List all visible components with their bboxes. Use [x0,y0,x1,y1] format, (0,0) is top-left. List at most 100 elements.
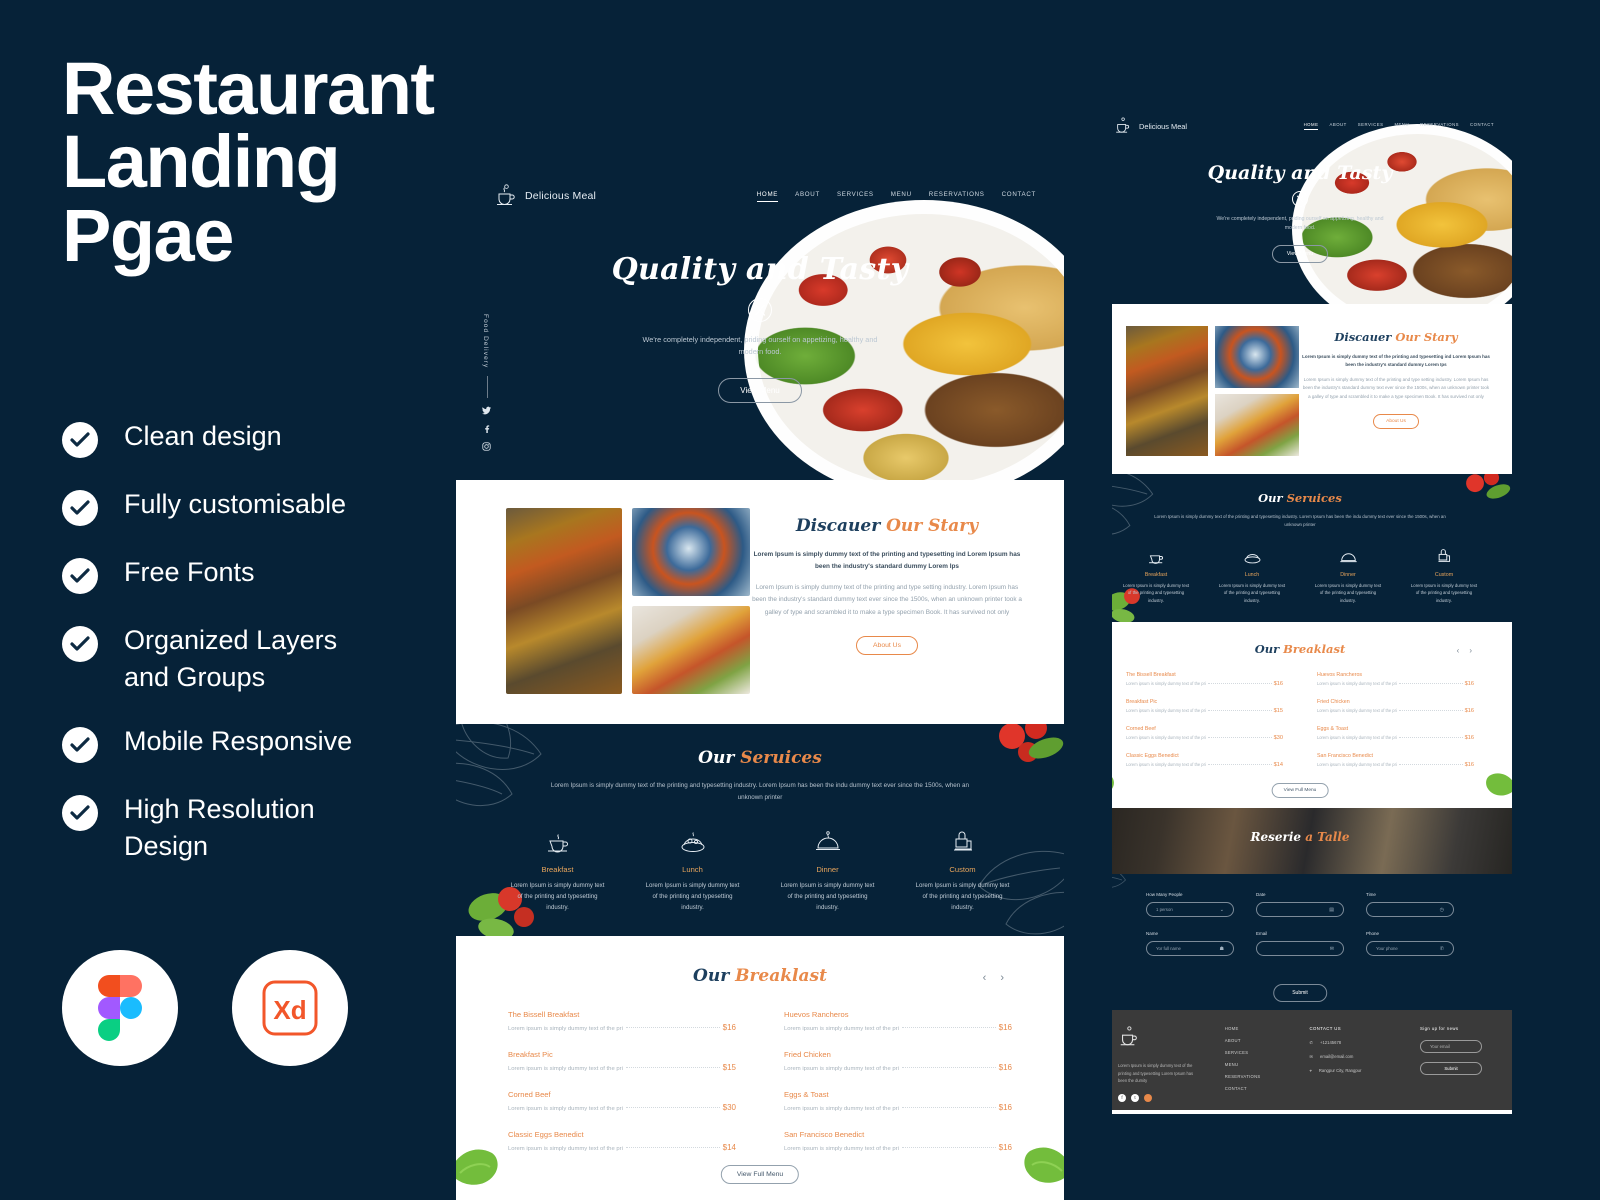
carousel-prev-icon[interactable]: ‹ [1457,646,1460,655]
facebook-icon[interactable] [482,424,491,434]
services-title-part1: Our [1258,491,1287,505]
menu-item[interactable]: The Bissell Breakfast Lorem ipsum is simp… [508,1010,736,1032]
adobe-xd-logo-badge: Xd [232,950,348,1066]
service-card-breakfast[interactable]: Breakfast Lorem Ipsum is simply dummy te… [1122,548,1190,605]
menu-item[interactable]: Fried Chicken Lorem ipsum is simply dummy… [784,1050,1012,1072]
footer-contact-heading: CONTACT US [1309,1026,1342,1031]
footer-link-about[interactable]: ABOUT [1225,1038,1286,1043]
service-card-dinner[interactable]: Dinner Lorem Ipsum is simply dummy text … [780,830,876,914]
service-title: Lunch [1244,571,1260,578]
menu-item-desc: Lorem ipsum is simply dummy text of the … [1126,708,1206,713]
field-label: Time [1366,892,1376,897]
menu-item[interactable]: Breakfast Pic Lorem ipsum is simply dummy… [1126,699,1283,714]
feature-label: High Resolution Design [124,793,315,861]
mail-icon: ✉ [1309,1054,1314,1059]
site-navbar: Delicious Meal HOME ABOUT SERVICES MENU … [1088,104,1512,135]
nav-item-reservations[interactable]: RESERVATIONS [929,191,985,201]
footer-link-contact[interactable]: CONTACT [1225,1086,1286,1091]
time-input[interactable]: ◷ [1366,902,1454,917]
menu-item-price: $15 [722,1063,736,1072]
name-input[interactable]: Yor full name ☗ [1146,941,1234,956]
menu-item-desc: Lorem ipsum is simply dummy text of the … [1317,681,1397,686]
nav-item-menu[interactable]: MENU [891,191,912,201]
carousel-next-icon[interactable]: › [1000,972,1004,984]
lettuce-decoration [1002,1131,1064,1200]
twitter-icon[interactable]: t [1131,1093,1139,1102]
view-menu-button[interactable]: View Menu [1271,245,1329,264]
service-card-lunch[interactable]: Lunch Lorem Ipsum is simply dummy text o… [645,830,741,914]
coffee-cup-icon [1122,548,1190,566]
service-card-lunch[interactable]: Lunch Lorem Ipsum is simply dummy text o… [1218,548,1286,605]
carousel-next-icon[interactable]: › [1469,646,1472,655]
facebook-icon[interactable]: f [1118,1093,1126,1102]
nav-item-reservations[interactable]: RESERVATIONS [1420,122,1459,130]
service-card-breakfast[interactable]: Breakfast Lorem Ipsum is simply dummy te… [510,830,606,914]
carousel-prev-icon[interactable]: ‹ [983,972,987,984]
nav-item-about[interactable]: ABOUT [1329,122,1346,130]
menu-item-name: The Bissell Breakfast [1126,672,1176,678]
menu-item-name: San Francisco Benedict [784,1130,865,1139]
contact-value: +12145678 [1320,1040,1342,1045]
field-email: Email ✉ [1256,931,1344,956]
footer-link-home[interactable]: HOME [1225,1026,1286,1031]
nav-item-contact[interactable]: CONTACT [1470,122,1494,130]
menu-item-price: $16 [1273,681,1283,687]
newsletter-heading: Sign up for news [1420,1026,1459,1031]
twitter-icon[interactable] [482,406,491,415]
menu-item-desc: Lorem ipsum is simply dummy text of the … [1126,681,1206,686]
people-select[interactable]: 1 person ⌄ [1146,902,1234,917]
reservation-title: Reserie a Talle [1088,830,1512,844]
menu-item[interactable]: Huevos Rancheros Lorem ipsum is simply du… [784,1010,1012,1032]
svg-text:Xd: Xd [273,995,306,1025]
service-card-dinner[interactable]: Dinner Lorem Ipsum is simply dummy text … [1314,548,1382,605]
contact-address[interactable]: ⌖ Rangpur City, Rangpur [1310,1068,1396,1073]
menu-item[interactable]: San Francisco Benedict Lorem ipsum is sim… [1317,753,1474,768]
side-strip [1088,104,1112,1114]
date-input[interactable]: ▤ [1256,902,1344,917]
brand-logo[interactable]: Delicious Meal [1114,117,1187,135]
menu-item[interactable]: Classic Eggs Benedict Lorem ipsum is simp… [508,1130,736,1152]
nav-item-about[interactable]: ABOUT [795,191,820,201]
field-label: Name [1146,931,1159,936]
menu-item[interactable]: Eggs & Toast Lorem ipsum is simply dummy … [1317,726,1474,741]
calendar-icon: ▤ [1329,906,1334,913]
menu-item[interactable]: The Bissell Breakfast Lorem ipsum is simp… [1126,672,1283,687]
nav-item-home[interactable]: HOME [1303,122,1319,130]
nav-item-menu[interactable]: MENU [1394,122,1409,130]
view-menu-button[interactable]: View Menu [718,378,802,404]
instagram-icon[interactable] [482,442,491,452]
dot-leader [901,1147,996,1148]
story-lead: Lorem Ipsum is simply dummy text of the … [753,551,1021,570]
menu-item[interactable]: Corned Beef Lorem ipsum is simply dummy t… [1126,726,1283,741]
contact-email[interactable]: ✉ email@email.com [1310,1054,1396,1059]
footer-link-services[interactable]: SERVICES [1225,1050,1286,1055]
email-input[interactable]: ✉ [1256,941,1344,956]
service-desc: Lorem Ipsum is simply dummy text of the … [1410,582,1478,604]
newsletter-submit-button[interactable]: Submit [1420,1062,1482,1075]
menu-item[interactable]: San Francisco Benedict Lorem ipsum is sim… [784,1130,1012,1152]
menu-item[interactable]: Corned Beef Lorem ipsum is simply dummy t… [508,1090,736,1112]
contact-phone[interactable]: ✆ +12145678 [1310,1040,1396,1045]
menu-item[interactable]: Huevos Rancheros Lorem ipsum is simply du… [1317,672,1474,687]
instagram-icon[interactable] [1144,1093,1152,1102]
footer-link-reservations[interactable]: RESERVATIONS [1225,1074,1286,1079]
service-card-custom[interactable]: Custom Lorem Ipsum is simply dummy text … [915,830,1011,914]
reservation-submit-button[interactable]: Submit [1273,984,1327,1002]
newsletter-email-input[interactable]: Your email [1420,1040,1482,1053]
nav-item-services[interactable]: SERVICES [837,191,874,201]
view-full-menu-button[interactable]: View Full Menu [720,1165,800,1184]
view-full-menu-button[interactable]: View Full Menu [1271,783,1329,798]
menu-item[interactable]: Eggs & Toast Lorem ipsum is simply dummy … [784,1090,1012,1112]
menu-item[interactable]: Fried Chicken Lorem ipsum is simply dummy… [1317,699,1474,714]
service-card-custom[interactable]: Custom Lorem Ipsum is simply dummy text … [1410,548,1478,605]
about-us-button[interactable]: About Us [856,636,918,656]
menu-item[interactable]: Breakfast Pic Lorem ipsum is simply dummy… [508,1050,736,1072]
phone-input[interactable]: Your phone ✆ [1366,941,1454,956]
about-us-button[interactable]: About Us [1373,413,1419,429]
menu-item[interactable]: Classic Eggs Benedict Lorem ipsum is simp… [1126,753,1283,768]
nav-item-home[interactable]: HOME [756,191,779,202]
brand-logo[interactable]: Delicious Meal [494,184,596,208]
footer-link-menu[interactable]: MENU [1225,1062,1286,1067]
nav-item-services[interactable]: SERVICES [1358,122,1384,130]
nav-item-contact[interactable]: CONTACT [1002,191,1036,201]
